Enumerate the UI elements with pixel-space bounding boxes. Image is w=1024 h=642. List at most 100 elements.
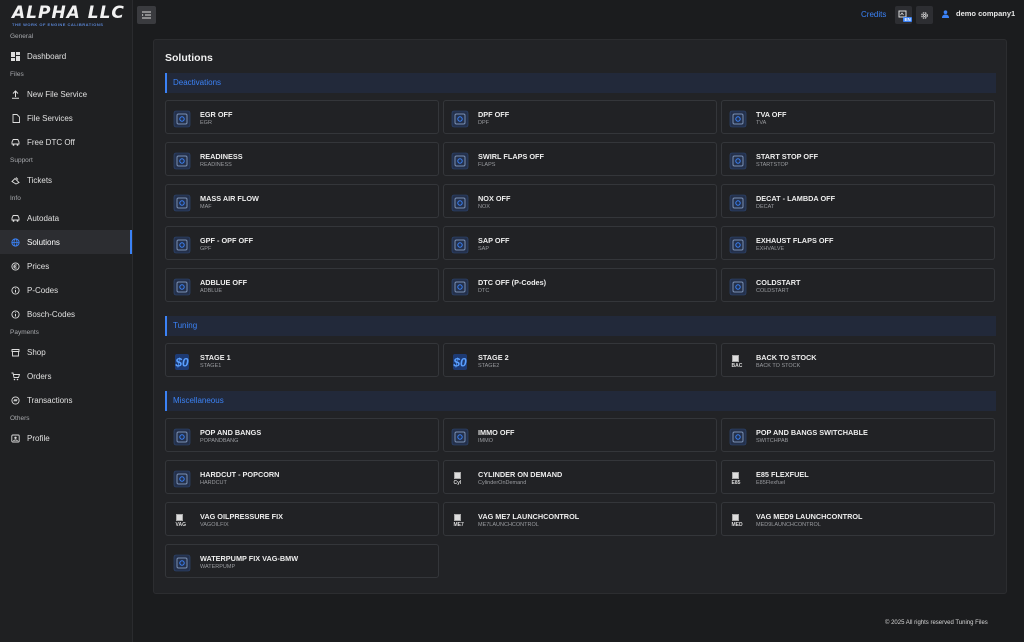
sidebar-item-file-services[interactable]: File Services: [0, 106, 132, 130]
solution-title: STAGE 1: [200, 353, 231, 362]
sidebar-item-free-dtc-off[interactable]: Free DTC Off: [0, 130, 132, 154]
solution-code: CylinderOnDemand: [478, 480, 527, 486]
solution-card-gpf[interactable]: GPF - OPF OFF GPF: [165, 226, 439, 260]
transactions-icon: [11, 395, 20, 405]
solution-code: COLDSTART: [756, 288, 789, 294]
solution-code: HARDCUT: [200, 480, 227, 486]
solution-code: GPF: [200, 246, 212, 252]
sidebar-section-files: Files: [10, 71, 24, 78]
solution-code: TVA: [756, 120, 767, 126]
solution-card-me7launchcontrol[interactable]: ME7 VAG ME7 LAUNCHCONTROL ME7LAUNCHCONTROL: [443, 502, 717, 536]
solution-code: E85Flexfuel: [756, 480, 786, 486]
solution-title: EXHAUST FLAPS OFF: [756, 236, 834, 245]
language-badge: EN: [903, 17, 913, 22]
solution-card-nox[interactable]: NOX OFF NOX: [443, 184, 717, 218]
solution-card-startstop[interactable]: START STOP OFF STARTSTOP: [721, 142, 995, 176]
upload-icon: [11, 89, 20, 99]
language-button[interactable]: EN: [895, 6, 913, 24]
user-name: demo company1: [956, 9, 1016, 18]
solution-card-adblue[interactable]: ADBLUE OFF ADBLUE: [165, 268, 439, 302]
solution-code: SWITCHPAB: [756, 438, 789, 444]
settings-button[interactable]: [916, 6, 933, 24]
solution-card-stage1[interactable]: $0 STAGE 1 STAGE1: [165, 343, 439, 377]
sidebar-item-shop[interactable]: Shop: [0, 340, 132, 364]
user-menu[interactable]: demo company1: [942, 9, 1015, 18]
broken-image-alt: BAC: [731, 363, 743, 369]
sidebar-item-label: P-Codes: [27, 285, 59, 295]
info-icon: [11, 285, 20, 295]
stage-icon: $0: [173, 353, 191, 371]
euro-icon: [11, 261, 20, 271]
broken-image-icon: E85: [729, 470, 747, 488]
solution-title: DECAT - LAMBDA OFF: [756, 194, 836, 203]
sidebar-item-new-file-service[interactable]: New File Service: [0, 82, 132, 106]
solution-code: MAF: [200, 204, 212, 210]
solution-card-decat[interactable]: DECAT - LAMBDA OFF DECAT: [721, 184, 995, 218]
solution-code: POPANDBANG: [200, 438, 239, 444]
solution-card-maf[interactable]: MASS AIR FLOW MAF: [165, 184, 439, 218]
sidebar-item-bosch-codes[interactable]: Bosch-Codes: [0, 302, 132, 326]
brand-logo[interactable]: ALPHA LLC THE WORK OF ENGINE CALIBRATION…: [0, 0, 132, 30]
solution-card-back-to-stock[interactable]: BAC BACK TO STOCK BACK TO STOCK: [721, 343, 995, 377]
solution-card-e85flexfuel[interactable]: E85 E85 FLEXFUEL E85Flexfuel: [721, 460, 995, 494]
solution-card-hardcut[interactable]: HARDCUT - POPCORN HARDCUT: [165, 460, 439, 494]
sidebar-item-label: Tickets: [27, 175, 53, 185]
sidebar-section-support: Support: [10, 157, 33, 164]
sidebar-item-tickets[interactable]: Tickets: [0, 168, 132, 192]
broken-image-alt: ME7: [453, 522, 464, 528]
sidebar-item-profile[interactable]: Profile: [0, 426, 132, 450]
broken-image-alt: MED: [731, 522, 743, 528]
solution-code: FLAPS: [478, 162, 496, 168]
broken-image-alt: VAG: [175, 522, 186, 528]
solution-card-popandbang[interactable]: POP AND BANGS POPANDBANG: [165, 418, 439, 452]
broken-image-icon: MED: [729, 512, 747, 530]
solution-card-vagoilfix[interactable]: VAG VAG OILPRESSURE FIX VAGOILFIX: [165, 502, 439, 536]
solution-code: IMMO: [478, 438, 493, 444]
sidebar-section-payments: Payments: [10, 329, 39, 336]
solution-code: SAP: [478, 246, 490, 252]
solution-card-stage2[interactable]: $0 STAGE 2 STAGE2: [443, 343, 717, 377]
solution-card-dtc[interactable]: DTC OFF (P-Codes) DTC: [443, 268, 717, 302]
solution-title: IMMO OFF: [478, 428, 515, 437]
sidebar-item-dashboard[interactable]: Dashboard: [0, 44, 132, 68]
solution-card-waterpump[interactable]: WATERPUMP FIX VAG-BMW WATERPUMP: [165, 544, 439, 578]
solution-card-readiness[interactable]: READINESS READINESS: [165, 142, 439, 176]
solution-card-egr[interactable]: EGR OFF EGR: [165, 100, 439, 134]
sidebar-item-transactions[interactable]: Transactions: [0, 388, 132, 412]
solution-card-sap[interactable]: SAP OFF SAP: [443, 226, 717, 260]
solution-title: GPF - OPF OFF: [200, 236, 254, 245]
svg-text:$0: $0: [452, 356, 467, 370]
solution-card-med9launchcontrol[interactable]: MED VAG MED9 LAUNCHCONTROL MED9LAUNCHCONTR…: [721, 502, 995, 536]
sidebar-item-prices[interactable]: Prices: [0, 254, 132, 278]
solution-card-dpf[interactable]: DPF OFF DPF: [443, 100, 717, 134]
solution-card-cylinderondemand[interactable]: Cyl CYLINDER ON DEMAND CylinderOnDemand: [443, 460, 717, 494]
solution-card-immo[interactable]: IMMO OFF IMMO: [443, 418, 717, 452]
solution-card-exhvalve[interactable]: EXHAUST FLAPS OFF EXHVALVE: [721, 226, 995, 260]
sap-icon: [451, 236, 469, 254]
solution-title: SWIRL FLAPS OFF: [478, 152, 544, 161]
sidebar-nav: General Dashboard Files New File Service Fil…: [0, 30, 132, 450]
sidebar-item-solutions[interactable]: Solutions: [0, 230, 132, 254]
solution-title: POP AND BANGS: [200, 428, 262, 437]
sidebar-item-p-codes[interactable]: P-Codes: [0, 278, 132, 302]
solution-title: POP AND BANGS SWITCHABLE: [756, 428, 868, 437]
solution-card-tva[interactable]: TVA OFF TVA: [721, 100, 995, 134]
solution-card-coldstart[interactable]: COLDSTART COLDSTART: [721, 268, 995, 302]
solution-code: EXHVALVE: [756, 246, 785, 252]
sidebar-item-autodata[interactable]: Autodata: [0, 206, 132, 230]
broken-image-icon: Cyl: [451, 470, 469, 488]
sidebar-item-orders[interactable]: Orders: [0, 364, 132, 388]
menu-toggle-button[interactable]: [137, 6, 156, 24]
solution-code: NOX: [478, 204, 490, 210]
solution-card-switchpab[interactable]: POP AND BANGS SWITCHABLE SWITCHPAB: [721, 418, 995, 452]
section-header-tuning: Tuning: [165, 316, 996, 336]
immo-icon: [451, 428, 469, 446]
solution-code: READINESS: [200, 162, 232, 168]
solution-code: STAGE1: [200, 363, 222, 369]
credits-link[interactable]: Credits: [861, 10, 886, 19]
solution-title: NOX OFF: [478, 194, 511, 203]
page-title: Solutions: [165, 52, 213, 64]
sidebar-item-label: Profile: [27, 433, 50, 443]
solution-title: DPF OFF: [478, 110, 510, 119]
solution-card-flaps[interactable]: SWIRL FLAPS OFF FLAPS: [443, 142, 717, 176]
